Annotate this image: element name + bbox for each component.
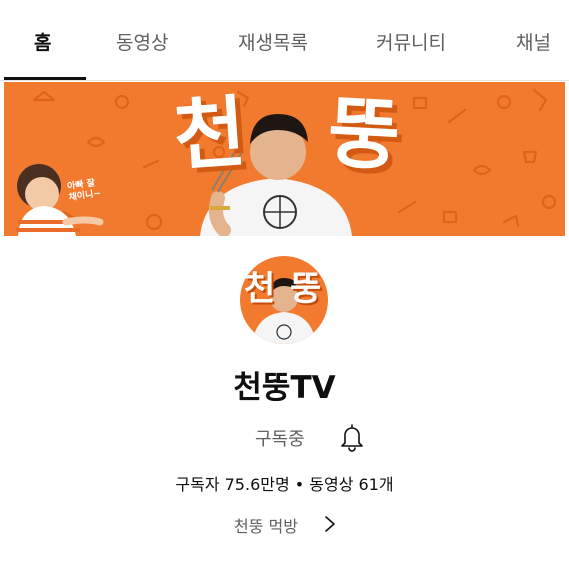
tab-community[interactable]: 커뮤니티 <box>376 28 446 55</box>
tab-playlists[interactable]: 재생목록 <box>238 28 308 55</box>
subscribed-button[interactable]: 구독중 <box>255 425 305 451</box>
channel-name: 천뚱TV <box>233 370 336 406</box>
tab-channels[interactable]: 채널 <box>516 28 551 55</box>
channel-tab-bar: 홈 동영상 재생목록 커뮤니티 채널 <box>0 0 569 80</box>
avatar-text-left: 천 <box>244 269 276 309</box>
channel-stats: 구독자 75.6만명 • 동영상 61개 <box>175 475 394 494</box>
banner-food-pattern <box>16 88 557 236</box>
avatar-text-right: 뚱 <box>290 269 322 309</box>
tab-home[interactable]: 홈 <box>34 28 51 55</box>
banner-title-left: 천 <box>170 87 247 183</box>
channel-banner: 천 뚱 아빠 잘 채이니~ <box>4 82 565 236</box>
channel-description: 천뚱 먹방 <box>234 517 298 536</box>
channel-avatar[interactable]: 천 뚱 <box>240 256 328 344</box>
tab-videos[interactable]: 동영상 <box>116 28 168 55</box>
tab-divider <box>0 80 569 81</box>
banner-title-right: 뚱 <box>325 88 401 182</box>
bell-icon[interactable] <box>339 422 365 452</box>
chevron-right-icon <box>325 516 335 532</box>
banner-speech-bubble: 아빠 잘 채이니~ <box>67 178 102 205</box>
